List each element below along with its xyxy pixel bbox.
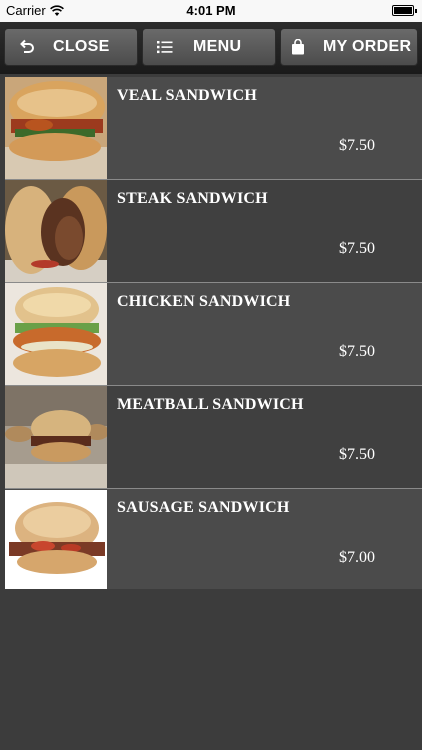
menu-button[interactable]: MENU [142, 28, 276, 66]
steak-sandwich-photo [5, 180, 107, 282]
item-price: $7.50 [339, 137, 375, 154]
item-name: VEAL SANDWICH [117, 87, 257, 104]
item-price: $7.00 [339, 549, 375, 566]
item-price: $7.50 [339, 240, 375, 257]
chicken-sandwich-photo [5, 283, 107, 385]
return-arrow-icon [19, 39, 35, 55]
status-bar: Carrier 4:01 PM [0, 0, 422, 22]
veal-sandwich-photo [5, 77, 107, 179]
item-price: $7.50 [339, 343, 375, 360]
item-name: SAUSAGE SANDWICH [117, 499, 290, 516]
my-order-button-label: MY ORDER [323, 38, 412, 55]
meatball-sandwich-photo [5, 386, 107, 488]
status-time: 4:01 PM [186, 3, 236, 18]
menu-item-list: VEAL SANDWICH $7.50 STEAK SANDWICH $7.50 [5, 77, 422, 589]
my-order-button[interactable]: MY ORDER [280, 28, 418, 66]
close-button-label: CLOSE [53, 38, 110, 55]
menu-button-label: MENU [193, 38, 242, 55]
close-button[interactable]: CLOSE [4, 28, 138, 66]
menu-item-sausage-sandwich[interactable]: SAUSAGE SANDWICH $7.00 [5, 489, 422, 589]
item-price: $7.50 [339, 446, 375, 463]
shopping-bag-icon [291, 39, 305, 55]
battery-icon [392, 5, 417, 16]
list-icon [157, 40, 173, 54]
item-name: MEATBALL SANDWICH [117, 396, 304, 413]
menu-item-chicken-sandwich[interactable]: CHICKEN SANDWICH $7.50 [5, 283, 422, 386]
item-name: CHICKEN SANDWICH [117, 293, 291, 310]
toolbar: CLOSE MENU MY ORDER [0, 22, 422, 74]
menu-item-meatball-sandwich[interactable]: MEATBALL SANDWICH $7.50 [5, 386, 422, 489]
menu-item-veal-sandwich[interactable]: VEAL SANDWICH $7.50 [5, 77, 422, 180]
sausage-sandwich-photo [5, 489, 107, 589]
item-name: STEAK SANDWICH [117, 190, 268, 207]
menu-item-steak-sandwich[interactable]: STEAK SANDWICH $7.50 [5, 180, 422, 283]
